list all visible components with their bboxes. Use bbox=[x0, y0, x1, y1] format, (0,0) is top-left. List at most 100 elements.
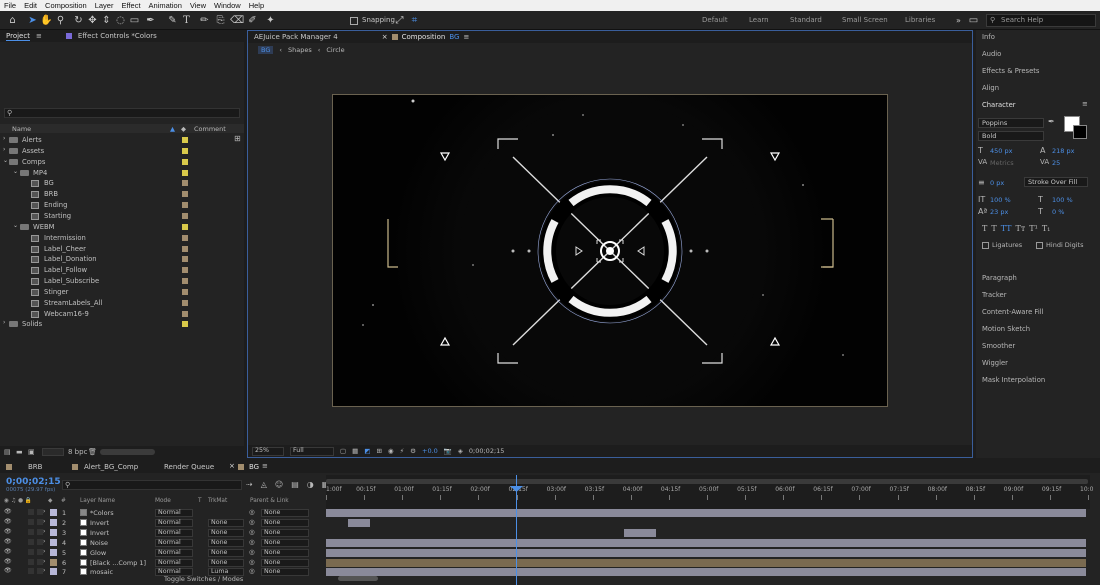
col-layer-name[interactable]: Layer Name bbox=[80, 498, 115, 504]
viewer-menu-icon[interactable]: ≡ bbox=[463, 33, 469, 41]
menu-animation[interactable]: Animation bbox=[149, 1, 182, 10]
pan-behind-icon[interactable]: ◌ bbox=[114, 14, 127, 27]
solo-icon[interactable] bbox=[28, 538, 34, 545]
label-color-swatch[interactable] bbox=[182, 180, 188, 187]
project-item[interactable]: Intermission bbox=[0, 233, 244, 244]
eraser-tool-icon[interactable]: ⌫ bbox=[230, 14, 244, 27]
exposure-icon[interactable]: ⚙ bbox=[410, 447, 416, 455]
workspace-more-icon[interactable]: » bbox=[952, 14, 965, 27]
project-item[interactable]: Stinger bbox=[0, 287, 244, 298]
col-comment[interactable]: Comment bbox=[194, 125, 226, 133]
project-item[interactable]: Label_Follow bbox=[0, 265, 244, 276]
close-icon[interactable]: × bbox=[229, 462, 235, 470]
label-color-swatch[interactable] bbox=[182, 223, 188, 230]
panel-content-aware-fill[interactable]: Content-Aware Fill bbox=[982, 308, 1044, 316]
workspace-learn[interactable]: Learn bbox=[749, 16, 769, 24]
exposure-value[interactable]: +0.0 bbox=[422, 447, 438, 455]
solo-icon[interactable] bbox=[28, 528, 34, 535]
orbit-camera-icon[interactable]: ↻ bbox=[72, 14, 85, 27]
mode-dropdown[interactable]: Normal bbox=[155, 538, 193, 547]
mode-dropdown[interactable]: Normal bbox=[155, 518, 193, 527]
new-folder-icon[interactable]: ▬ bbox=[16, 448, 23, 456]
expand-chevron-icon[interactable]: › bbox=[43, 558, 45, 565]
layer-name[interactable]: Glow bbox=[90, 549, 106, 557]
shy-layers-icon[interactable]: ☺ bbox=[275, 480, 283, 489]
stroke-mode-dropdown[interactable]: Stroke Over Fill bbox=[1024, 177, 1088, 187]
workspace-default[interactable]: Default bbox=[702, 16, 728, 24]
tab-project[interactable]: Project bbox=[6, 32, 30, 41]
font-size-value[interactable]: 450 px bbox=[990, 147, 1012, 155]
layer-label-color[interactable] bbox=[50, 509, 57, 516]
layer-label-color[interactable] bbox=[50, 528, 57, 536]
parent-dropdown[interactable]: None bbox=[261, 558, 309, 567]
tab-aejuice[interactable]: AEJuice Pack Manager 4 bbox=[254, 33, 338, 41]
zoom-dropdown[interactable]: 25% bbox=[252, 446, 284, 456]
solo-icon[interactable] bbox=[28, 558, 34, 565]
layer-label-color[interactable] bbox=[50, 518, 57, 526]
workspace-small-screen[interactable]: Small Screen bbox=[842, 16, 888, 24]
selection-tool-icon[interactable]: ➤ bbox=[26, 14, 39, 27]
layer-duration-bar[interactable] bbox=[326, 558, 1086, 567]
layer-name[interactable]: Noise bbox=[90, 539, 108, 547]
eye-icon[interactable]: 👁 bbox=[4, 508, 12, 515]
trkmat-dropdown[interactable]: None bbox=[208, 518, 244, 527]
brush-tool-icon[interactable]: ✏ bbox=[198, 14, 211, 27]
vertical-scale-value[interactable]: 100 % bbox=[990, 196, 1011, 204]
mode-dropdown[interactable]: Normal bbox=[155, 548, 193, 557]
tab-effect-controls[interactable]: Effect Controls *Colors bbox=[78, 32, 157, 40]
layer-label-color[interactable] bbox=[50, 538, 57, 546]
mode-dropdown[interactable]: Normal bbox=[155, 558, 193, 567]
project-item[interactable]: Starting bbox=[0, 211, 244, 222]
baseline-shift-value[interactable]: 23 px bbox=[990, 208, 1008, 216]
pen-tool-icon[interactable]: ✒ bbox=[144, 14, 157, 27]
expand-chevron-icon[interactable]: › bbox=[43, 518, 45, 525]
label-color-swatch[interactable] bbox=[182, 137, 188, 143]
menu-help[interactable]: Help bbox=[249, 1, 264, 10]
tab-comp-name[interactable]: BG bbox=[449, 33, 459, 41]
kerning-value[interactable]: Metrics bbox=[990, 159, 1014, 167]
delete-icon[interactable]: 🗑 bbox=[88, 448, 97, 456]
timeline-zoom-slider[interactable] bbox=[338, 576, 378, 581]
eyedropper-icon[interactable]: ✒ bbox=[1048, 117, 1055, 126]
expand-chevron-icon[interactable]: › bbox=[43, 548, 45, 555]
pen-tool-icon-2[interactable]: ✎ bbox=[166, 14, 179, 27]
mode-dropdown[interactable]: Normal bbox=[155, 528, 193, 537]
motion-blur-icon[interactable]: ◑ bbox=[307, 480, 314, 489]
project-item[interactable]: › Solids bbox=[0, 319, 244, 330]
toggle-switches-modes[interactable]: Toggle Switches / Modes bbox=[164, 575, 243, 583]
panel-mask-interpolation[interactable]: Mask Interpolation bbox=[982, 376, 1045, 384]
dolly-camera-icon[interactable]: ⇕ bbox=[100, 14, 113, 27]
font-style-dropdown[interactable]: Bold bbox=[978, 131, 1044, 141]
expand-chevron-icon[interactable]: › bbox=[43, 567, 45, 574]
menu-file[interactable]: File bbox=[4, 1, 16, 10]
layer-duration-bar[interactable] bbox=[348, 518, 370, 527]
project-item[interactable]: Ending bbox=[0, 200, 244, 211]
layer-row[interactable]: 👁 › 5 Glow Normal None ◎ None bbox=[0, 548, 326, 558]
menu-composition[interactable]: Composition bbox=[45, 1, 87, 10]
panel-align[interactable]: Align bbox=[982, 84, 999, 92]
mask-visibility-icon[interactable]: ◩ bbox=[364, 447, 370, 455]
panel-wiggler[interactable]: Wiggler bbox=[982, 359, 1008, 367]
label-color-swatch[interactable] bbox=[182, 191, 188, 198]
trkmat-dropdown[interactable]: None bbox=[208, 558, 244, 567]
label-color-swatch[interactable] bbox=[182, 147, 188, 154]
panel-info[interactable]: Info bbox=[982, 33, 995, 41]
tab-alert-bg-comp[interactable]: Alert_BG_Comp bbox=[84, 463, 138, 471]
stroke-width-value[interactable]: 0 px bbox=[990, 179, 1004, 187]
home-icon[interactable]: ⌂ bbox=[6, 14, 19, 27]
project-search-input[interactable]: ⚲ bbox=[4, 108, 240, 118]
parent-dropdown[interactable]: None bbox=[261, 568, 309, 577]
eye-icon[interactable]: 👁 bbox=[4, 538, 12, 545]
eye-icon[interactable]: 👁 bbox=[4, 518, 12, 525]
layer-row[interactable]: 👁 › 2 Invert Normal None ◎ None bbox=[0, 518, 326, 528]
trkmat-dropdown[interactable]: None bbox=[208, 548, 244, 557]
frame-blending-icon[interactable]: ▤ bbox=[291, 480, 299, 489]
pick-whip-icon[interactable]: ◎ bbox=[249, 528, 255, 536]
bpc-label[interactable]: 8 bpc bbox=[68, 448, 87, 456]
project-item[interactable]: ⌄ Comps bbox=[0, 157, 244, 168]
layer-duration-bar[interactable] bbox=[326, 509, 1086, 517]
puppet-pin-icon[interactable]: ✦ bbox=[264, 14, 277, 27]
stroke-color-swatch[interactable] bbox=[1073, 125, 1087, 139]
expand-chevron-icon[interactable]: › bbox=[43, 528, 45, 535]
eye-icon[interactable]: 👁 bbox=[4, 548, 12, 555]
